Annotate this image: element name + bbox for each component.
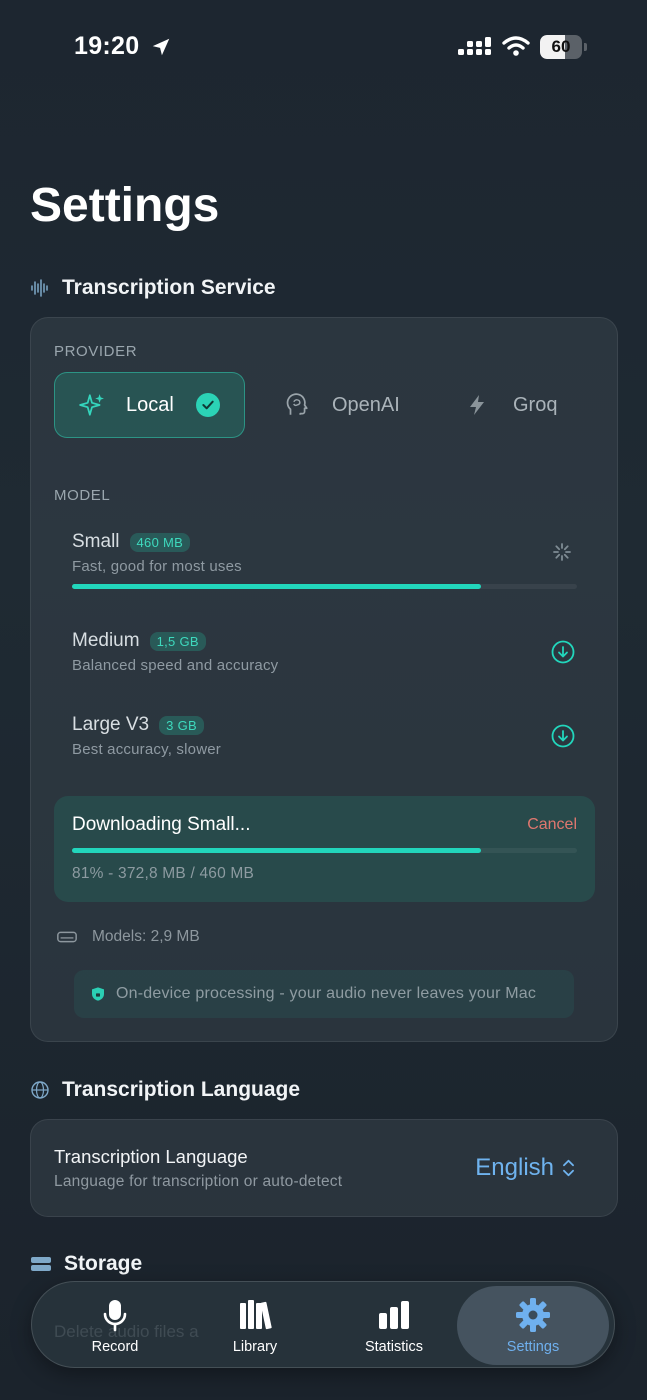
sparkles-icon	[79, 394, 104, 416]
cancel-download-button[interactable]: Cancel	[527, 816, 577, 834]
gear-icon	[516, 1297, 550, 1332]
provider-openai-button[interactable]: OpenAI	[284, 372, 434, 438]
section-title: Transcription Language	[62, 1078, 301, 1101]
language-row-subtitle: Language for transcription or auto-detec…	[54, 1173, 343, 1190]
page-title: Settings	[30, 179, 220, 232]
download-status: 81% - 372,8 MB / 460 MB	[72, 865, 255, 882]
section-header-transcription-service: Transcription Service	[30, 276, 276, 300]
tab-record[interactable]: Record	[45, 1286, 185, 1365]
privacy-note: On-device processing - your audio never …	[74, 970, 574, 1018]
wifi-icon	[502, 36, 530, 56]
lightning-bolt-icon	[470, 395, 484, 415]
globe-icon	[31, 1081, 49, 1099]
brain-head-icon	[286, 393, 308, 415]
progress-fill	[72, 584, 482, 589]
provider-caption: PROVIDER	[54, 343, 138, 360]
provider-label: Local	[126, 393, 174, 416]
storage-drive-icon	[31, 1257, 51, 1271]
shield-lock-icon	[92, 987, 104, 1001]
model-size-badge: 460 MB	[129, 532, 191, 552]
model-row-small[interactable]: Small 460 MB Fast, good for most uses	[72, 531, 582, 575]
model-name: Large V3	[72, 714, 150, 735]
battery-percent: 60	[551, 37, 571, 56]
download-progress-panel: Downloading Small... Cancel 81% - 372,8 …	[54, 796, 595, 902]
download-title: Downloading Small...	[72, 814, 251, 835]
section-title: Transcription Service	[62, 276, 276, 299]
provider-label: OpenAI	[332, 393, 400, 416]
bar-chart-icon	[379, 1300, 409, 1329]
language-value: English	[475, 1154, 554, 1181]
transcription-service-card: PROVIDER Local OpenAI Groq MODEL Small 4…	[30, 317, 618, 1042]
hard-drive-icon	[57, 931, 77, 943]
models-storage-text: Models: 2,9 MB	[92, 928, 200, 945]
provider-local-button[interactable]: Local	[54, 372, 245, 438]
download-icon[interactable]	[551, 640, 575, 664]
section-header-storage: Storage	[30, 1252, 142, 1276]
model-row-large-v3[interactable]: Large V3 3 GB Best accuracy, slower	[72, 714, 582, 758]
transcription-language-card[interactable]: Transcription Language Language for tran…	[30, 1119, 618, 1217]
waveform-icon	[31, 279, 48, 297]
tab-settings[interactable]: Settings	[457, 1286, 609, 1365]
microphone-icon	[103, 1299, 127, 1331]
tab-label: Record	[91, 1338, 139, 1355]
model-size-badge: 1,5 GB	[149, 631, 206, 651]
tab-bar: Delete audio files a Record Library Stat…	[31, 1281, 615, 1368]
section-header-transcription-language: Transcription Language	[30, 1078, 300, 1102]
tab-label: Statistics	[364, 1338, 423, 1355]
model-size-badge: 3 GB	[159, 715, 204, 735]
status-bar: 19:20 60	[0, 0, 647, 90]
provider-groq-button[interactable]: Groq	[465, 372, 595, 438]
location-arrow-icon	[152, 38, 170, 56]
language-select[interactable]: English	[475, 1154, 575, 1182]
tab-label: Settings	[506, 1338, 560, 1355]
privacy-note-text: On-device processing - your audio never …	[116, 985, 537, 1002]
model-name: Small	[72, 531, 120, 552]
tab-library[interactable]: Library	[185, 1286, 325, 1365]
loading-spinner-icon	[553, 543, 571, 561]
model-caption: MODEL	[54, 487, 111, 504]
checkmark-icon	[195, 393, 220, 417]
model-small-progress-bar	[72, 584, 577, 589]
model-description: Balanced speed and accuracy	[72, 657, 279, 674]
tab-label: Library	[232, 1338, 278, 1355]
download-icon[interactable]	[551, 724, 575, 748]
models-storage-info: Models: 2,9 MB	[56, 926, 200, 948]
model-row-medium[interactable]: Medium 1,5 GB Balanced speed and accurac…	[72, 630, 582, 674]
battery-indicator: 60	[540, 35, 588, 59]
provider-label: Groq	[513, 393, 558, 416]
language-row-title: Transcription Language	[54, 1146, 248, 1167]
cellular-signal-icon	[458, 37, 491, 55]
chevron-up-down-icon	[563, 1159, 574, 1177]
model-name: Medium	[72, 630, 140, 651]
model-description: Fast, good for most uses	[72, 558, 242, 575]
download-progress-bar	[72, 848, 577, 853]
progress-fill	[72, 848, 482, 853]
status-time: 19:20	[74, 32, 140, 60]
section-title: Storage	[64, 1252, 143, 1275]
books-icon	[240, 1299, 272, 1329]
model-description: Best accuracy, slower	[72, 741, 221, 758]
tab-statistics[interactable]: Statistics	[324, 1286, 464, 1365]
